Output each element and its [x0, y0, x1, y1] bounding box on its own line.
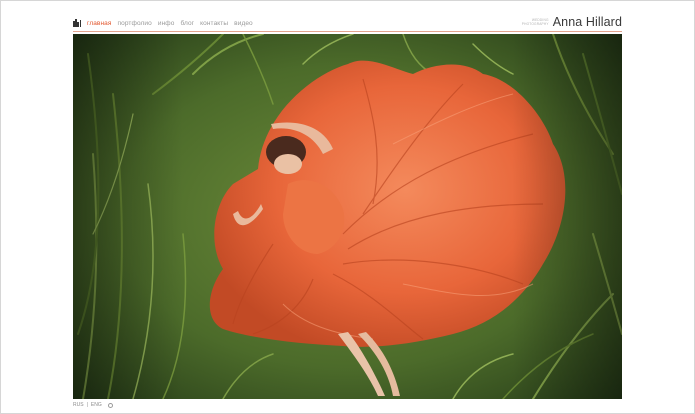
brand-logo[interactable]: WEDDING PHOTOGRAPHY Anna Hillard [522, 15, 622, 29]
lang-eng[interactable]: ENG [91, 402, 102, 408]
footer: RUS | ENG [73, 402, 113, 408]
hero-photo-illustration [73, 34, 622, 399]
lang-rus[interactable]: RUS [73, 402, 84, 408]
nav-item-video[interactable]: видео [234, 20, 253, 27]
bars-logo-icon[interactable] [73, 19, 81, 27]
brand-name: Anna Hillard [552, 15, 622, 29]
main-nav: главная портфолио инфо блог контакты вид… [73, 19, 253, 27]
hero-photo[interactable] [73, 34, 622, 399]
nav-item-portfolio[interactable]: портфолио [118, 20, 152, 27]
nav-item-home[interactable]: главная [87, 20, 112, 27]
page-frame: главная портфолио инфо блог контакты вид… [0, 0, 695, 414]
info-icon[interactable] [107, 402, 113, 408]
site-header: главная портфолио инфо блог контакты вид… [73, 15, 622, 31]
nav-item-blog[interactable]: блог [180, 20, 194, 27]
lang-separator: | [86, 402, 88, 408]
nav-item-contacts[interactable]: контакты [200, 20, 228, 27]
brand-sub-line-2: PHOTOGRAPHY [521, 22, 549, 26]
nav-item-info[interactable]: инфо [158, 20, 175, 27]
header-divider [73, 31, 622, 32]
brand-subtitle: WEDDING PHOTOGRAPHY [522, 18, 549, 26]
